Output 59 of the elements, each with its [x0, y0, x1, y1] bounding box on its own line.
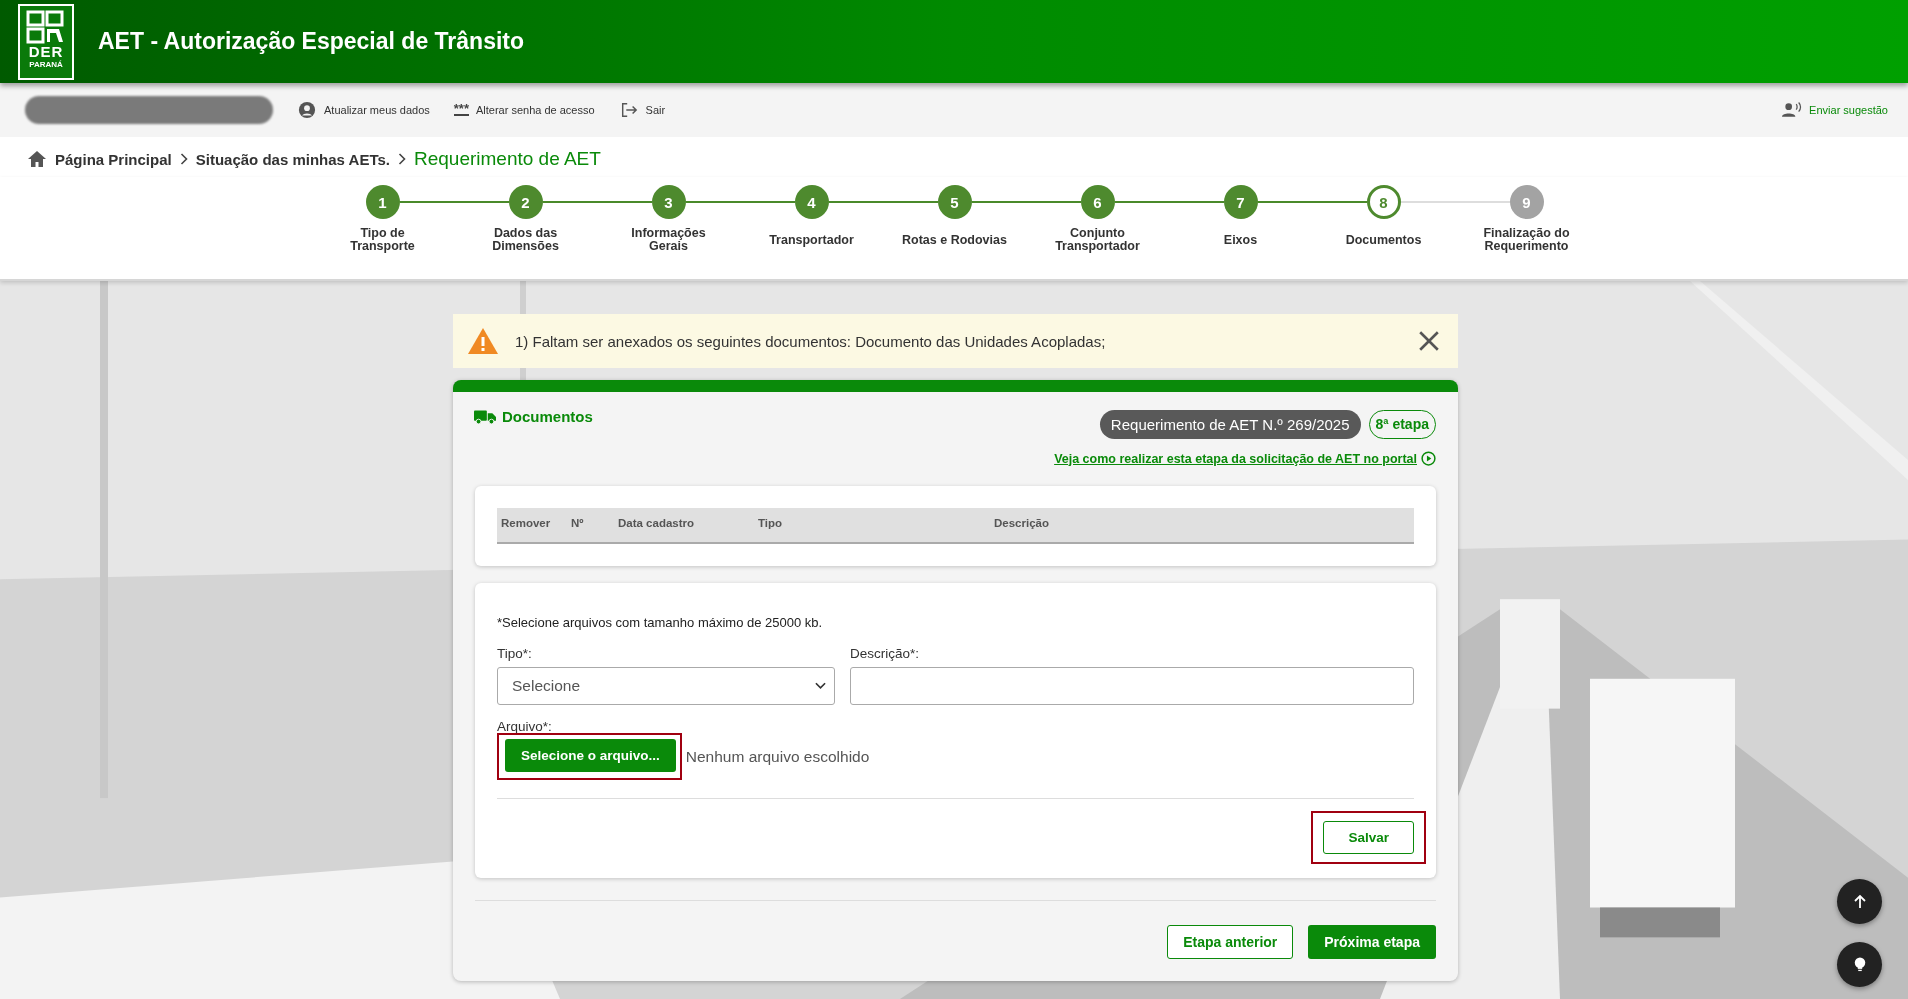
field-label: Arquivo*: — [497, 721, 553, 733]
lightbulb-icon — [1852, 956, 1867, 973]
breadcrumb-link[interactable]: Requerimento de AET — [413, 148, 601, 170]
card-title: Documentos — [502, 408, 593, 425]
person-speaking-icon — [1782, 101, 1803, 119]
column-header: Tipo — [758, 517, 784, 529]
step-label: Documentos — [1344, 231, 1423, 249]
alert-message: 1) Faltam ser anexados os seguintes documentos: Documento das Unidades Acopladas; — [515, 332, 1107, 350]
step-label: Tipo de Transporte — [349, 227, 416, 253]
size-note: *Selecione arquivos com tamanho máximo de 25000 kb. — [497, 615, 824, 630]
step-label: Eixos — [1222, 231, 1259, 249]
step-circle[interactable]: 3 — [651, 185, 686, 219]
chevron-icon — [179, 153, 188, 165]
step-circle[interactable]: 5 — [937, 185, 972, 219]
column-header: Descrição — [994, 517, 1049, 529]
home-icon[interactable] — [27, 150, 47, 168]
column-header: Data cadastro — [618, 517, 696, 529]
help-link[interactable]: Veja como realizar esta etapa da solicitação de AET no portal — [1054, 451, 1417, 466]
step-label: Dados das Dimensões — [491, 227, 560, 253]
request-number-badge: Requerimento de AET N.º 269/2025 — [1099, 410, 1361, 439]
toolbar-link[interactable]: Sair — [618, 101, 666, 119]
step-circle[interactable]: 6 — [1080, 185, 1115, 219]
toolbar-link[interactable]: Atualizar meus dados — [297, 101, 430, 119]
step-circle[interactable]: 2 — [508, 185, 543, 219]
type-select[interactable]: Selecione — [497, 667, 835, 705]
save-button[interactable]: Salvar — [1323, 821, 1414, 854]
suggestion-link[interactable]: Enviar sugestão — [1782, 101, 1888, 119]
close-icon[interactable] — [1418, 330, 1440, 352]
next-step-button[interactable]: Próxima etapa — [1308, 925, 1436, 959]
step-label: Rotas e Rodovias — [901, 231, 1008, 249]
step-label: Conjunto Transportador — [1054, 227, 1141, 253]
step-circle[interactable]: 8 — [1366, 185, 1401, 219]
step-circle[interactable]: 4 — [794, 185, 829, 219]
toolbar-link[interactable]: *** Alterar senha de acesso — [453, 104, 595, 116]
logo: DER PARANÁ — [18, 3, 74, 80]
step-circle[interactable]: 7 — [1223, 185, 1258, 219]
column-header: Remover — [500, 517, 552, 529]
field-label: Descrição*: — [850, 646, 921, 661]
play-icon[interactable] — [1421, 451, 1436, 466]
field-label: Tipo*: — [497, 646, 533, 661]
breadcrumb-link[interactable]: Página Principal — [55, 150, 172, 168]
user-icon — [297, 101, 317, 119]
app-title: AET - Autorização Especial de Trânsito — [98, 28, 525, 55]
caret-icon — [815, 682, 826, 690]
choose-file-button[interactable]: Selecione o arquivo... — [505, 739, 676, 772]
warning-icon — [467, 327, 499, 355]
step-label: Finalização do Requerimento — [1482, 227, 1571, 253]
chevron-icon — [397, 153, 406, 165]
logo-icon — [26, 9, 66, 44]
step-circle[interactable]: 9 — [1509, 185, 1544, 219]
step-circle[interactable]: 1 — [365, 185, 400, 219]
file-status: Nenhum arquivo escolhido — [685, 747, 870, 766]
column-header: Nº — [571, 517, 585, 529]
previous-step-button[interactable]: Etapa anterior — [1167, 925, 1294, 959]
step-label: Transportador — [768, 231, 855, 249]
description-field[interactable] — [850, 667, 1414, 705]
truck-icon — [474, 408, 496, 425]
step-label: Informações Gerais — [630, 227, 707, 253]
breadcrumb-link[interactable]: Situação das minhas AETs. — [195, 150, 390, 168]
